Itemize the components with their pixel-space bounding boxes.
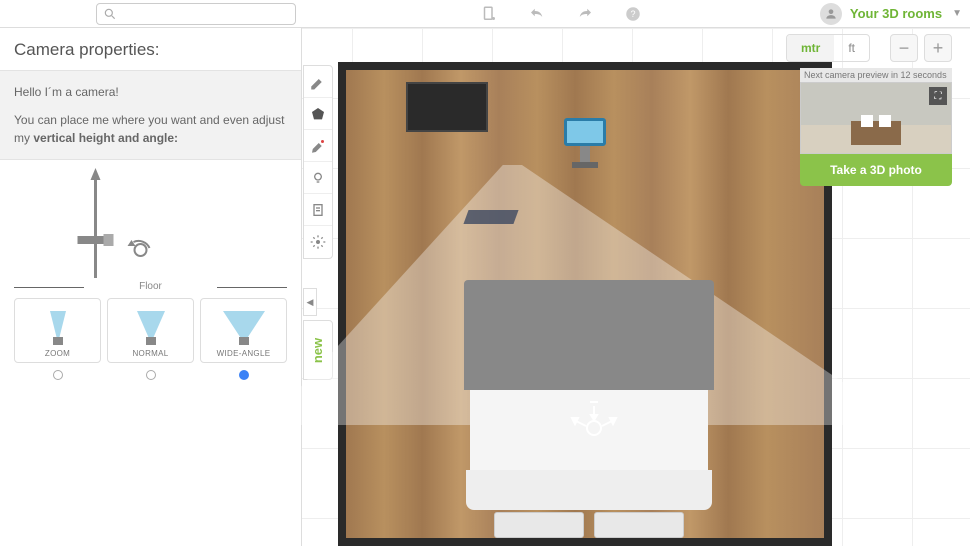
sidebar-title: Camera properties:	[0, 40, 301, 70]
lens-options: ZOOM NORMAL WIDE-ANGLE	[0, 292, 301, 363]
tool-shape-icon[interactable]	[304, 98, 332, 130]
lens-normal[interactable]: NORMAL	[107, 298, 194, 363]
furniture-rug[interactable]	[463, 210, 518, 224]
camera-object[interactable]	[564, 118, 606, 168]
tool-clipboard-icon[interactable]	[304, 194, 332, 226]
fullscreen-icon[interactable]: ⛶	[929, 87, 947, 105]
unit-toggle: mtr ft	[786, 34, 870, 62]
sidebar: Camera properties: Hello I´m a camera! Y…	[0, 28, 302, 546]
canvas[interactable]: ◀ new mtr ft − +	[302, 28, 970, 546]
avatar[interactable]	[820, 3, 842, 25]
take-3d-photo-button[interactable]: Take a 3D photo	[800, 154, 952, 186]
rooms-link[interactable]: Your 3D rooms	[850, 6, 942, 21]
lens-zoom[interactable]: ZOOM	[14, 298, 101, 363]
preview-countdown: Next camera preview in 12 seconds	[800, 68, 952, 82]
help-icon[interactable]: ?	[624, 5, 642, 23]
tool-light-icon[interactable]	[304, 162, 332, 194]
tool-draw-icon[interactable]	[304, 66, 332, 98]
unit-ft[interactable]: ft	[834, 35, 869, 61]
collapse-sidebar-icon[interactable]: ◀	[303, 288, 317, 316]
camera-preview-panel: Next camera preview in 12 seconds ⛶ Take…	[800, 68, 952, 186]
height-angle-diagram[interactable]: Floor	[14, 160, 287, 292]
lens-wide[interactable]: WIDE-ANGLE	[200, 298, 287, 363]
search-icon	[103, 7, 117, 21]
svg-text:?: ?	[630, 9, 635, 19]
zoom-out-button[interactable]: −	[890, 34, 918, 62]
top-center-tools: ?	[480, 5, 642, 23]
dropdown-caret-icon[interactable]: ▼	[952, 8, 962, 19]
radio-normal[interactable]	[146, 370, 156, 380]
unit-mtr[interactable]: mtr	[787, 35, 834, 61]
preview-image: ⛶	[800, 82, 952, 154]
radio-wide[interactable]	[239, 370, 249, 380]
tool-column	[303, 65, 333, 259]
furniture-tv[interactable]	[406, 82, 488, 132]
top-right: Your 3D rooms ▼	[820, 3, 962, 25]
preview-furniture	[851, 121, 901, 145]
room-floorplan[interactable]	[338, 62, 832, 546]
tool-settings-icon[interactable]	[304, 226, 332, 258]
radio-zoom[interactable]	[53, 370, 63, 380]
top-bar: ? Your 3D rooms ▼	[0, 0, 970, 28]
zoom-in-button[interactable]: +	[924, 34, 952, 62]
search-input[interactable]	[96, 3, 296, 25]
desc-text: You can place me where you want and even…	[14, 111, 287, 147]
tool-paint-icon[interactable]	[304, 130, 332, 162]
furniture-bed[interactable]	[464, 280, 714, 538]
hello-text: Hello I´m a camera!	[14, 83, 287, 101]
undo-icon[interactable]	[528, 5, 546, 23]
device-icon[interactable]	[480, 5, 498, 23]
zoom-controls: − +	[890, 34, 952, 62]
lens-radios	[0, 363, 301, 389]
redo-icon[interactable]	[576, 5, 594, 23]
floor-label: Floor	[14, 281, 287, 292]
camera-intro-box: Hello I´m a camera! You can place me whe…	[0, 70, 301, 160]
